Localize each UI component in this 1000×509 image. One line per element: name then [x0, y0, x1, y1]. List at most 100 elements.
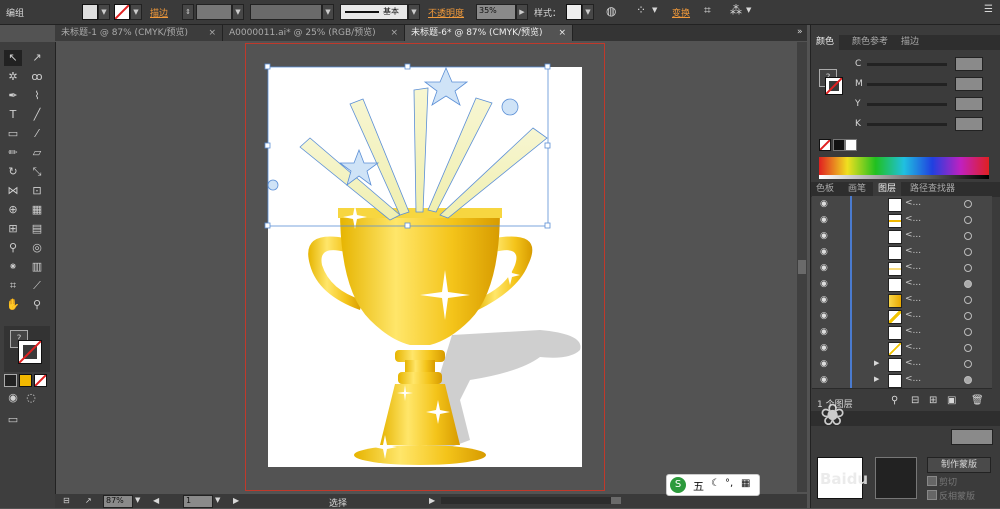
eye-icon[interactable]: ◉: [820, 247, 828, 257]
target-icon[interactable]: [964, 360, 972, 368]
eye-icon[interactable]: ◉: [820, 343, 828, 353]
tab-brushes[interactable]: 画笔: [843, 182, 871, 197]
delete-layer-icon[interactable]: 🗑: [971, 395, 984, 406]
layer-name: <...: [905, 198, 922, 208]
mask-thumbnail[interactable]: [875, 457, 917, 499]
clipping-mask-icon[interactable]: ⊟: [911, 395, 919, 406]
new-layer-icon[interactable]: ▣: [947, 395, 956, 406]
target-icon[interactable]: [964, 376, 972, 384]
eye-icon[interactable]: ◉: [820, 199, 828, 209]
invert-mask-checkbox[interactable]: [927, 490, 937, 500]
target-icon[interactable]: [964, 264, 972, 272]
tab-layers[interactable]: 图层: [873, 182, 902, 197]
layer-thumbnail: [888, 310, 902, 324]
color-spectrum[interactable]: [819, 157, 989, 175]
layer-row[interactable]: ◉ <...: [812, 276, 992, 293]
ime-moon-icon[interactable]: ☾: [711, 478, 720, 489]
black-swatch[interactable]: [833, 139, 845, 151]
status-menu-icon[interactable]: ▶: [429, 496, 435, 505]
layer-row[interactable]: ◉ ▶ <...: [812, 356, 992, 373]
target-icon[interactable]: [964, 232, 972, 240]
layer-name: <...: [905, 294, 922, 304]
channel-m-slider[interactable]: [867, 83, 947, 86]
tab-pathfinder[interactable]: 路径查找器: [905, 182, 960, 197]
eye-icon[interactable]: ◉: [820, 375, 828, 385]
target-icon[interactable]: [964, 344, 972, 352]
layer-row[interactable]: ◉ <...: [812, 324, 992, 341]
eye-icon[interactable]: ◉: [820, 263, 828, 273]
artboard-number: 1: [186, 496, 192, 505]
target-icon[interactable]: [964, 328, 972, 336]
channel-c-slider[interactable]: [867, 63, 947, 66]
layer-row[interactable]: ◉ <...: [812, 228, 992, 245]
eye-icon[interactable]: ◉: [820, 295, 828, 305]
eye-icon[interactable]: ◉: [820, 327, 828, 337]
eye-icon[interactable]: ◉: [820, 215, 828, 225]
status-icon[interactable]: ⊟: [63, 496, 70, 505]
expand-arrow-icon[interactable]: ▶: [874, 375, 879, 383]
ime-toolbar[interactable]: S 五 ☾ °, ▦: [666, 474, 760, 496]
artboard-number-input[interactable]: 1: [183, 495, 213, 508]
eye-icon[interactable]: ◉: [820, 279, 828, 289]
expand-arrow-icon[interactable]: ▶: [874, 359, 879, 367]
tab-stroke[interactable]: 描边: [896, 35, 924, 50]
channel-y-slider[interactable]: [867, 103, 947, 106]
locate-object-icon[interactable]: ⚲: [891, 395, 898, 406]
target-icon[interactable]: [964, 200, 972, 208]
clip-checkbox[interactable]: [927, 476, 937, 486]
new-sublayer-icon[interactable]: ⊞: [929, 395, 937, 406]
target-icon[interactable]: [964, 296, 972, 304]
layer-thumbnail: [888, 294, 902, 308]
blend-mode-select[interactable]: [951, 429, 993, 445]
layer-name: <...: [905, 310, 922, 320]
ime-logo-icon[interactable]: S: [670, 477, 686, 493]
layers-panel-tabs: 色板 画笔 图层 路径查找器: [811, 182, 1000, 197]
ime-punct-icon[interactable]: °,: [725, 478, 733, 489]
color-stroke-box[interactable]: [825, 77, 843, 95]
layer-color-bar: [850, 356, 852, 372]
tab-swatches[interactable]: 色板: [811, 182, 839, 197]
layer-color-bar: [850, 196, 852, 212]
layer-row[interactable]: ◉ <...: [812, 244, 992, 261]
layer-name: <...: [905, 326, 922, 336]
channel-y-input[interactable]: [955, 97, 983, 111]
channel-m-input[interactable]: [955, 77, 983, 91]
layer-row[interactable]: ◉ ▶ <...: [812, 372, 992, 389]
next-artboard-icon[interactable]: ▶: [233, 496, 239, 505]
horizontal-scrollbar-thumb[interactable]: [611, 497, 621, 504]
layer-row[interactable]: ◉ <...: [812, 196, 992, 213]
clip-label: 剪切: [939, 478, 958, 488]
zoom-input[interactable]: 87%: [103, 495, 133, 508]
channel-c-input[interactable]: [955, 57, 983, 71]
vertical-scrollbar[interactable]: [797, 42, 807, 492]
zoom-value: 87%: [106, 496, 124, 505]
zoom-dropdown-icon[interactable]: ▼: [135, 496, 140, 504]
target-icon[interactable]: [964, 312, 972, 320]
white-swatch[interactable]: [845, 139, 857, 151]
prev-artboard-icon[interactable]: ◀: [153, 496, 159, 505]
export-icon[interactable]: ↗: [85, 496, 92, 505]
layer-row[interactable]: ◉ <...: [812, 212, 992, 229]
target-icon[interactable]: [964, 248, 972, 256]
color-panel-tabs: 颜色 颜色参考 描边: [811, 35, 1000, 50]
make-mask-button[interactable]: 制作蒙版: [927, 457, 991, 473]
layer-row[interactable]: ◉ <...: [812, 260, 992, 277]
horizontal-scrollbar[interactable]: [441, 497, 621, 504]
layer-row[interactable]: ◉ <...: [812, 292, 992, 309]
target-icon[interactable]: [964, 280, 972, 288]
artboard-dropdown-icon[interactable]: ▼: [215, 496, 220, 504]
grayscale-ramp[interactable]: [819, 175, 989, 179]
tab-color[interactable]: 颜色: [811, 35, 840, 50]
eye-icon[interactable]: ◉: [820, 359, 828, 369]
target-icon[interactable]: [964, 216, 972, 224]
vertical-scrollbar-thumb[interactable]: [798, 260, 806, 274]
eye-icon[interactable]: ◉: [820, 231, 828, 241]
layer-row[interactable]: ◉ <...: [812, 340, 992, 357]
tab-color-guide[interactable]: 颜色参考: [847, 35, 893, 50]
channel-k-input[interactable]: [955, 117, 983, 131]
channel-k-slider[interactable]: [867, 123, 947, 126]
none-swatch[interactable]: [819, 139, 831, 151]
ime-keyboard-icon[interactable]: ▦: [741, 478, 750, 489]
layer-row[interactable]: ◉ <...: [812, 308, 992, 325]
eye-icon[interactable]: ◉: [820, 311, 828, 321]
